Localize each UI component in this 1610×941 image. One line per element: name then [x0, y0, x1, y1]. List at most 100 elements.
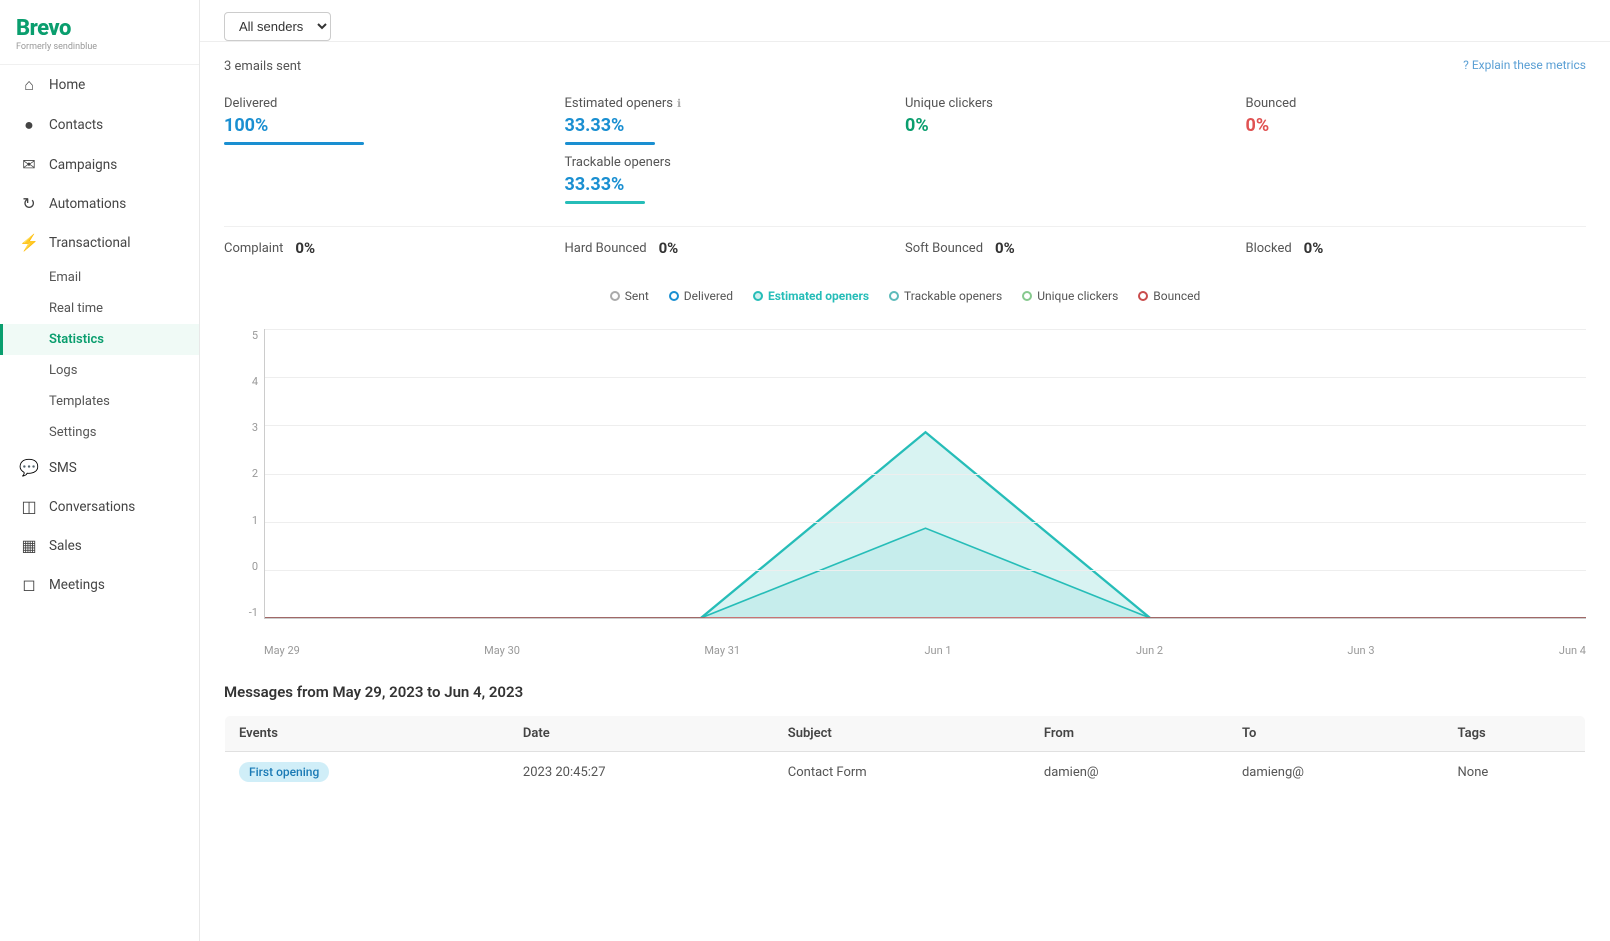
- event-badge[interactable]: First opening: [239, 762, 329, 782]
- legend-trackable-label: Trackable openers: [904, 289, 1002, 303]
- legend-unique-label: Unique clickers: [1037, 289, 1118, 303]
- metric-blocked-label: Blocked: [1246, 241, 1292, 256]
- x-label-jun1: Jun 1: [924, 644, 951, 657]
- col-subject: Subject: [774, 716, 1030, 752]
- legend-bounced[interactable]: Bounced: [1138, 289, 1200, 303]
- metric-trackable-bar: [565, 201, 645, 204]
- x-label-may29: May 29: [264, 644, 300, 657]
- sidebar-subitem-label-settings: Settings: [49, 425, 96, 440]
- messages-table: Events Date Subject From To Tags First o…: [224, 715, 1586, 793]
- x-label-jun4: Jun 4: [1559, 644, 1586, 657]
- metric-estimated-bar: [565, 142, 655, 145]
- metric-trackable-label: Trackable openers: [565, 155, 906, 170]
- messages-section: Messages from May 29, 2023 to Jun 4, 202…: [200, 683, 1610, 817]
- legend-estimated[interactable]: Estimated openers: [753, 289, 869, 303]
- col-date: Date: [509, 716, 774, 752]
- legend-unique[interactable]: Unique clickers: [1022, 289, 1118, 303]
- sidebar-subitem-templates[interactable]: Templates: [0, 386, 199, 417]
- unique-dot: [1022, 291, 1032, 301]
- sidebar-subitem-logs[interactable]: Logs: [0, 355, 199, 386]
- chart-x-axis: May 29 May 30 May 31 Jun 1 Jun 2 Jun 3 J…: [264, 627, 1586, 659]
- metric-delivered: Delivered 100%: [224, 88, 565, 216]
- logo-name: Brevo: [16, 16, 183, 41]
- meetings-icon: ◻: [19, 575, 39, 594]
- grid-line-1: [265, 522, 1586, 523]
- sidebar-item-contacts[interactable]: ● Contacts: [0, 105, 199, 145]
- trackable-dot: [889, 291, 899, 301]
- table-header-row: Events Date Subject From To Tags: [225, 716, 1586, 752]
- metric-estimated-openers: Estimated openers ℹ 33.33% Trackable ope…: [565, 88, 906, 216]
- legend-sent[interactable]: Sent: [610, 289, 649, 303]
- chart-section: Sent Delivered Estimated openers Trackab…: [200, 289, 1610, 659]
- sidebar-item-transactional[interactable]: ⚡ Transactional: [0, 223, 199, 262]
- sidebar-item-meetings[interactable]: ◻ Meetings: [0, 565, 199, 604]
- metric-delivered-label: Delivered: [224, 96, 565, 111]
- cell-from: damien@: [1030, 752, 1228, 793]
- sidebar-item-automations[interactable]: ↻ Automations: [0, 184, 199, 223]
- grid-line-4: [265, 377, 1586, 378]
- sidebar-subitem-label-statistics: Statistics: [49, 332, 104, 347]
- top-bar: All senders: [200, 0, 1610, 42]
- metric-unique-value: 0%: [905, 115, 1246, 136]
- metric-trackable-value: 33.33%: [565, 174, 906, 195]
- logo: Brevo Formerly sendinblue: [0, 0, 199, 65]
- col-to: To: [1228, 716, 1444, 752]
- y-label-4: 4: [234, 375, 258, 388]
- x-label-jun2: Jun 2: [1136, 644, 1163, 657]
- sidebar-item-sms[interactable]: 💬 SMS: [0, 448, 199, 487]
- sent-dot: [610, 291, 620, 301]
- main-content: All senders 3 emails sent Explain these …: [200, 0, 1610, 941]
- sidebar-subitem-statistics[interactable]: Statistics: [0, 324, 199, 355]
- metric-delivered-value: 100%: [224, 115, 565, 136]
- sidebar-item-sales[interactable]: ▦ Sales: [0, 526, 199, 565]
- sidebar-subitem-settings[interactable]: Settings: [0, 417, 199, 448]
- sidebar-subitem-email[interactable]: Email: [0, 262, 199, 293]
- y-label-5: 5: [234, 329, 258, 342]
- metric-hard-bounced-value: 0%: [659, 239, 679, 257]
- legend-delivered[interactable]: Delivered: [669, 289, 733, 303]
- y-label-2: 2: [234, 467, 258, 480]
- x-label-may30: May 30: [484, 644, 520, 657]
- cell-tags: None: [1444, 752, 1586, 793]
- automations-icon: ↻: [19, 194, 39, 213]
- sidebar-subitem-label-realtime: Real time: [49, 301, 103, 316]
- sidebar-item-label-campaigns: Campaigns: [49, 157, 117, 173]
- sidebar-item-label-sales: Sales: [49, 538, 82, 554]
- sidebar-subitem-label-email: Email: [49, 270, 81, 285]
- metric-blocked: Blocked 0%: [1246, 239, 1587, 257]
- trackable-area: [265, 528, 1586, 618]
- legend-trackable[interactable]: Trackable openers: [889, 289, 1002, 303]
- metric-bounced-label: Bounced: [1246, 96, 1587, 111]
- metrics-grid-row1: Delivered 100% Estimated openers ℹ 33.33…: [224, 88, 1586, 216]
- chart-legend: Sent Delivered Estimated openers Trackab…: [224, 289, 1586, 303]
- metric-bounced-value: 0%: [1246, 115, 1587, 136]
- grid-line-0: [265, 570, 1586, 571]
- metrics-section: 3 emails sent Explain these metrics Deli…: [200, 42, 1610, 269]
- sidebar: Brevo Formerly sendinblue ⌂ Home ● Conta…: [0, 0, 200, 941]
- grid-line-2: [265, 474, 1586, 475]
- explain-metrics-link[interactable]: Explain these metrics: [1463, 58, 1586, 72]
- y-label-neg1: -1: [234, 606, 258, 619]
- metric-trackable-sub: Trackable openers 33.33%: [565, 155, 906, 204]
- home-icon: ⌂: [19, 75, 39, 95]
- sidebar-item-conversations[interactable]: ◫ Conversations: [0, 487, 199, 526]
- sidebar-subitem-label-logs: Logs: [49, 363, 77, 378]
- sidebar-item-campaigns[interactable]: ✉ Campaigns: [0, 145, 199, 184]
- sidebar-item-label-conversations: Conversations: [49, 499, 135, 515]
- col-events: Events: [225, 716, 509, 752]
- conversations-icon: ◫: [19, 497, 39, 516]
- estimated-info-icon[interactable]: ℹ: [677, 97, 681, 110]
- y-label-3: 3: [234, 421, 258, 434]
- campaigns-icon: ✉: [19, 155, 39, 174]
- sidebar-item-home[interactable]: ⌂ Home: [0, 65, 199, 105]
- sidebar-item-label-transactional: Transactional: [49, 235, 131, 251]
- chart-plot-area: [264, 329, 1586, 619]
- x-label-jun3: Jun 3: [1347, 644, 1374, 657]
- cell-subject: Contact Form: [774, 752, 1030, 793]
- estimated-dot: [753, 291, 763, 301]
- transactional-icon: ⚡: [19, 233, 39, 252]
- grid-line-3: [265, 425, 1586, 426]
- senders-filter[interactable]: All senders: [224, 12, 331, 41]
- sidebar-subitem-realtime[interactable]: Real time: [0, 293, 199, 324]
- metric-unique-clickers: Unique clickers 0%: [905, 88, 1246, 216]
